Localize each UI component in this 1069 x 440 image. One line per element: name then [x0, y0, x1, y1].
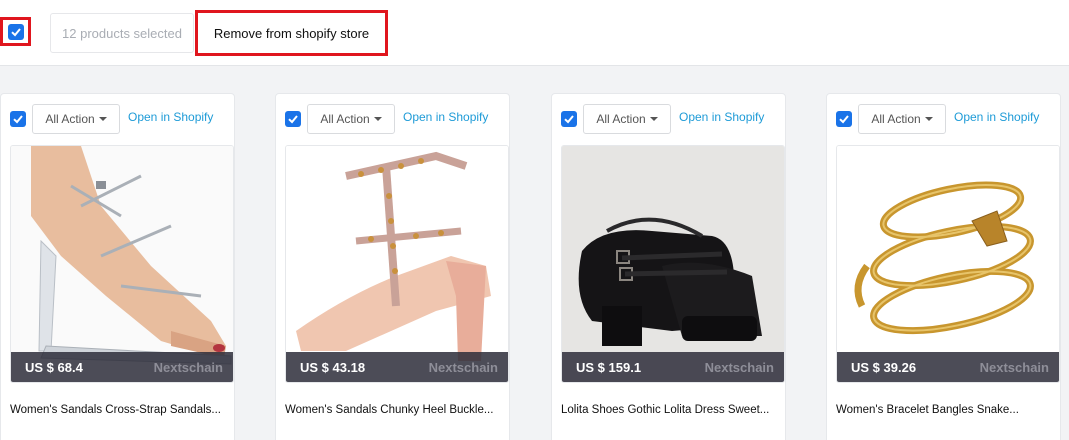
- select-all-checkbox-highlight[interactable]: [0, 17, 31, 46]
- all-action-dropdown[interactable]: All Action: [32, 104, 120, 134]
- caret-down-icon: [649, 117, 658, 121]
- pink-studded-heel-image: [286, 146, 508, 382]
- product-title[interactable]: Women's Sandals Cross-Strap Sandals...: [10, 404, 232, 416]
- checkmark-icon: [288, 115, 298, 124]
- all-action-dropdown[interactable]: All Action: [307, 104, 395, 134]
- price-bar: US $ 43.18 Nextschain: [286, 352, 508, 382]
- price-label: US $ 68.4: [25, 359, 83, 375]
- all-action-dropdown[interactable]: All Action: [858, 104, 946, 134]
- caret-down-icon: [924, 117, 933, 121]
- price-label: US $ 43.18: [300, 359, 366, 375]
- vendor-label: Nextschain: [704, 359, 774, 375]
- checkmark-icon: [839, 115, 849, 124]
- price-bar: US $ 68.4 Nextschain: [11, 352, 233, 382]
- vendor-label: Nextschain: [979, 359, 1049, 375]
- product-checkbox[interactable]: [10, 111, 26, 127]
- product-title[interactable]: Women's Bracelet Bangles Snake...: [836, 404, 1058, 416]
- select-all-checkbox[interactable]: [7, 23, 24, 40]
- open-in-shopify-link[interactable]: Open in Shopify: [679, 110, 764, 124]
- all-action-label: All Action: [596, 112, 646, 126]
- product-checkbox[interactable]: [561, 111, 577, 127]
- remove-from-store-button[interactable]: Remove from shopify store: [195, 10, 388, 56]
- vendor-label: Nextschain: [153, 359, 223, 375]
- checkmark-icon: [13, 115, 23, 124]
- all-action-label: All Action: [871, 112, 921, 126]
- all-action-label: All Action: [45, 112, 95, 126]
- price-bar: US $ 159.1 Nextschain: [562, 352, 784, 382]
- product-card: All Action Open in Shopify US $ 159.1 Ne…: [551, 93, 786, 440]
- price-label: US $ 39.26: [851, 359, 917, 375]
- selection-toolbar: 12 products selected Remove from shopify…: [0, 0, 1069, 66]
- product-title[interactable]: Lolita Shoes Gothic Lolita Dress Sweet..…: [561, 404, 783, 416]
- product-checkbox[interactable]: [285, 111, 301, 127]
- price-bar: US $ 39.26 Nextschain: [837, 352, 1059, 382]
- product-card: All Action Open in Shopify US $ 68.4 Nex…: [0, 93, 235, 440]
- all-action-dropdown[interactable]: All Action: [583, 104, 671, 134]
- product-image[interactable]: US $ 159.1 Nextschain: [561, 145, 785, 383]
- product-image[interactable]: US $ 68.4 Nextschain: [10, 145, 234, 383]
- checkmark-icon: [10, 27, 21, 36]
- product-checkbox[interactable]: [836, 111, 852, 127]
- product-card: All Action Open in Shopify US $ 43.18 Ne…: [275, 93, 510, 440]
- caret-down-icon: [98, 117, 107, 121]
- vendor-label: Nextschain: [428, 359, 498, 375]
- product-title[interactable]: Women's Sandals Chunky Heel Buckle...: [285, 404, 507, 416]
- checkmark-icon: [564, 115, 574, 124]
- product-image[interactable]: US $ 43.18 Nextschain: [285, 145, 509, 383]
- product-card: All Action Open in Shopify US $ 39.26 Ne…: [826, 93, 1061, 440]
- open-in-shopify-link[interactable]: Open in Shopify: [403, 110, 488, 124]
- open-in-shopify-link[interactable]: Open in Shopify: [128, 110, 213, 124]
- all-action-label: All Action: [320, 112, 370, 126]
- clear-high-heel-sandal-image: [11, 146, 233, 382]
- gold-snake-bangle-image: [837, 146, 1059, 382]
- open-in-shopify-link[interactable]: Open in Shopify: [954, 110, 1039, 124]
- price-label: US $ 159.1: [576, 359, 642, 375]
- product-image[interactable]: US $ 39.26 Nextschain: [836, 145, 1060, 383]
- selected-count-label: 12 products selected: [50, 13, 194, 53]
- black-platform-shoe-image: [562, 146, 784, 382]
- caret-down-icon: [373, 117, 382, 121]
